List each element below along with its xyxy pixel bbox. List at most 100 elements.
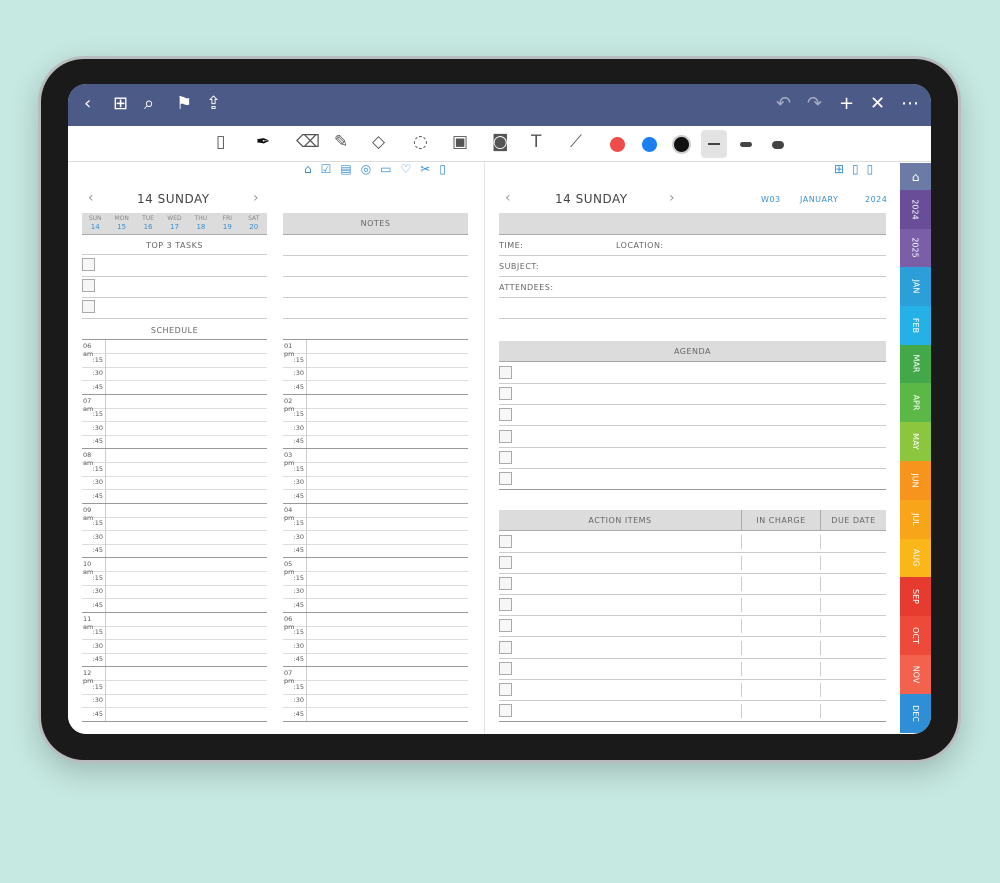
schedule-slot[interactable] bbox=[106, 681, 266, 694]
schedule-slot[interactable] bbox=[307, 694, 467, 707]
action-line[interactable] bbox=[499, 615, 886, 617]
action-checkbox[interactable] bbox=[499, 619, 512, 633]
schedule-slot[interactable] bbox=[106, 708, 266, 721]
schedule-slot[interactable] bbox=[106, 640, 266, 653]
prev-day-button[interactable]: ‹ bbox=[505, 190, 511, 206]
back-icon[interactable]: ‹ bbox=[84, 93, 91, 114]
schedule-slot[interactable] bbox=[106, 572, 266, 585]
schedule-slot[interactable] bbox=[106, 613, 266, 626]
schedule-slot[interactable] bbox=[106, 463, 266, 476]
schedule-slot[interactable] bbox=[307, 599, 467, 612]
schedule-slot[interactable] bbox=[307, 490, 467, 503]
action-line[interactable] bbox=[499, 636, 886, 638]
schedule-slot[interactable] bbox=[307, 449, 467, 462]
color-black[interactable] bbox=[674, 137, 689, 152]
schedule-slot[interactable] bbox=[106, 381, 266, 394]
schedule-slot[interactable] bbox=[307, 463, 467, 476]
schedule-slot[interactable] bbox=[106, 517, 266, 530]
schedule-slot[interactable] bbox=[106, 340, 266, 353]
week-day-2[interactable]: TUE 16 bbox=[134, 213, 162, 235]
week-day-4[interactable]: THU 18 bbox=[187, 213, 215, 235]
schedule-slot[interactable] bbox=[307, 613, 467, 626]
schedule-slot[interactable] bbox=[307, 504, 467, 517]
task-checkbox[interactable] bbox=[82, 258, 95, 271]
schedule-slot[interactable] bbox=[307, 340, 467, 353]
month-link[interactable]: JANUARY bbox=[800, 195, 838, 204]
schedule-slot[interactable] bbox=[106, 354, 266, 367]
schedule-slot[interactable] bbox=[106, 490, 266, 503]
add-icon[interactable]: + bbox=[839, 93, 854, 114]
schedule-slot[interactable] bbox=[307, 408, 467, 421]
notes-line[interactable] bbox=[283, 297, 468, 298]
schedule-slot[interactable] bbox=[307, 585, 467, 598]
action-checkbox[interactable] bbox=[499, 535, 512, 548]
agenda-checkbox[interactable] bbox=[499, 450, 512, 464]
grid-icon[interactable]: ⊞ bbox=[113, 93, 128, 114]
schedule-slot[interactable] bbox=[106, 585, 266, 598]
tab-home[interactable]: ⌂ bbox=[900, 163, 931, 190]
field-line[interactable] bbox=[499, 276, 886, 277]
color-blue[interactable] bbox=[642, 137, 657, 152]
schedule-slot[interactable] bbox=[307, 435, 467, 448]
field-line[interactable] bbox=[499, 255, 886, 256]
action-line[interactable] bbox=[499, 657, 886, 659]
task-checkbox[interactable] bbox=[82, 300, 95, 313]
schedule-slot[interactable] bbox=[106, 408, 266, 421]
tab-apr[interactable]: APR bbox=[900, 383, 931, 423]
task-checkbox[interactable] bbox=[82, 279, 95, 292]
tab-jun[interactable]: JUN bbox=[900, 461, 931, 500]
close-icon[interactable]: ✕ bbox=[870, 93, 885, 114]
lasso-icon[interactable]: ◌ bbox=[413, 132, 428, 152]
action-checkbox[interactable] bbox=[499, 661, 512, 675]
schedule-slot[interactable] bbox=[106, 449, 266, 462]
schedule-slot[interactable] bbox=[307, 626, 467, 639]
tab-oct[interactable]: OCT bbox=[900, 616, 931, 655]
more-icon[interactable]: ⋯ bbox=[901, 93, 919, 114]
highlighter-icon[interactable]: ✎ bbox=[334, 132, 348, 152]
schedule-slot[interactable] bbox=[307, 395, 467, 408]
week-day-0[interactable]: SUN 14 bbox=[82, 213, 109, 235]
schedule-slot[interactable] bbox=[106, 435, 266, 448]
tab-2025[interactable]: 2025 bbox=[900, 228, 931, 267]
action-line[interactable] bbox=[499, 594, 886, 596]
schedule-slot[interactable] bbox=[106, 667, 266, 680]
schedule-slot[interactable] bbox=[307, 681, 467, 694]
bookmark-icon[interactable]: ⚑ bbox=[176, 93, 192, 114]
action-checkbox[interactable] bbox=[499, 640, 512, 654]
action-checkbox[interactable] bbox=[499, 682, 512, 696]
prev-day-button[interactable]: ‹ bbox=[88, 190, 94, 206]
color-red[interactable] bbox=[610, 137, 625, 152]
schedule-slot[interactable] bbox=[106, 544, 266, 557]
next-day-button[interactable]: › bbox=[669, 190, 675, 206]
meeting-title-bar[interactable] bbox=[499, 213, 886, 235]
tab-2024[interactable]: 2024 bbox=[900, 190, 931, 229]
share-icon[interactable]: ⇪ bbox=[206, 93, 221, 114]
tab-sep[interactable]: SEP bbox=[900, 577, 931, 617]
field-line[interactable] bbox=[499, 318, 886, 319]
camera-icon[interactable]: ◙ bbox=[492, 132, 509, 152]
week-link[interactable]: W03 bbox=[761, 195, 781, 204]
quick-nav-icons[interactable]: ⌂☑▤◎▭♡✂▯ bbox=[304, 162, 455, 176]
pointer-icon[interactable]: ⟋ bbox=[570, 132, 582, 152]
schedule-slot[interactable] bbox=[307, 354, 467, 367]
agenda-checkbox[interactable] bbox=[499, 387, 512, 401]
notes-line[interactable] bbox=[283, 255, 468, 256]
agenda-line[interactable] bbox=[499, 383, 886, 384]
schedule-slot[interactable] bbox=[106, 395, 266, 408]
schedule-slot[interactable] bbox=[106, 422, 266, 435]
week-day-5[interactable]: FRI 19 bbox=[214, 213, 241, 235]
action-line[interactable] bbox=[499, 678, 886, 680]
action-line[interactable] bbox=[499, 573, 886, 575]
tab-mar[interactable]: MAR bbox=[900, 344, 931, 384]
schedule-slot[interactable] bbox=[106, 504, 266, 517]
schedule-slot[interactable] bbox=[106, 599, 266, 612]
schedule-slot[interactable] bbox=[307, 531, 467, 544]
tab-aug[interactable]: AUG bbox=[900, 538, 931, 578]
schedule-slot[interactable] bbox=[307, 544, 467, 557]
field-line[interactable] bbox=[499, 297, 886, 298]
read-mode-icon[interactable]: ▯ bbox=[216, 132, 225, 152]
tab-nov[interactable]: NOV bbox=[900, 655, 931, 694]
schedule-slot[interactable] bbox=[106, 653, 266, 666]
schedule-slot[interactable] bbox=[307, 422, 467, 435]
notes-line[interactable] bbox=[283, 318, 468, 319]
